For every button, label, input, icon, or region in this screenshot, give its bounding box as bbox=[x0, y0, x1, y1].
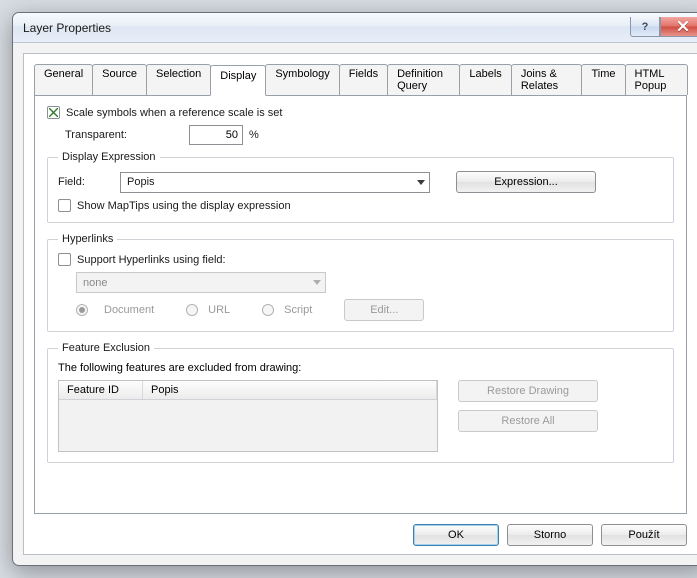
feature-exclusion-legend: Feature Exclusion bbox=[58, 342, 154, 354]
col-popis[interactable]: Popis bbox=[143, 381, 437, 399]
field-combo[interactable]: Popis bbox=[120, 172, 430, 193]
chevron-down-icon bbox=[417, 180, 425, 185]
close-button[interactable] bbox=[660, 17, 697, 37]
hyperlinks-legend: Hyperlinks bbox=[58, 233, 117, 245]
tab-joins-relates[interactable]: Joins & Relates bbox=[511, 64, 583, 95]
hyperlink-field-combo: none bbox=[76, 272, 326, 293]
tab-symbology[interactable]: Symbology bbox=[265, 64, 339, 95]
support-hyperlinks-label: Support Hyperlinks using field: bbox=[77, 254, 226, 266]
exclusion-table-header: Feature ID Popis bbox=[59, 381, 437, 400]
scale-symbols-checkbox[interactable] bbox=[47, 106, 60, 119]
tab-general[interactable]: General bbox=[34, 64, 93, 95]
dialog-footer: OK Storno Použít bbox=[34, 514, 687, 546]
field-label: Field: bbox=[58, 176, 114, 188]
tab-fields[interactable]: Fields bbox=[339, 64, 388, 95]
tab-html-popup[interactable]: HTML Popup bbox=[625, 64, 689, 95]
col-feature-id[interactable]: Feature ID bbox=[59, 381, 143, 399]
tab-source[interactable]: Source bbox=[92, 64, 147, 95]
transparent-percent: % bbox=[249, 129, 259, 141]
help-button[interactable]: ? bbox=[630, 17, 660, 37]
radio-script bbox=[262, 304, 274, 316]
radio-document bbox=[76, 304, 88, 316]
maptips-label: Show MapTips using the display expressio… bbox=[77, 200, 291, 212]
display-expression-legend: Display Expression bbox=[58, 151, 160, 163]
transparent-label: Transparent: bbox=[65, 129, 183, 141]
edit-script-button: Edit... bbox=[344, 299, 424, 321]
expression-button[interactable]: Expression... bbox=[456, 171, 596, 193]
maptips-checkbox[interactable] bbox=[58, 199, 71, 212]
window-buttons: ? bbox=[630, 19, 697, 37]
tab-labels[interactable]: Labels bbox=[459, 64, 511, 95]
client-area: General Source Selection Display Symbolo… bbox=[23, 53, 697, 555]
tab-selection[interactable]: Selection bbox=[146, 64, 211, 95]
exclusion-caption: The following features are excluded from… bbox=[58, 362, 663, 374]
cancel-button[interactable]: Storno bbox=[507, 524, 593, 546]
hyperlink-field-value: none bbox=[83, 277, 107, 289]
layer-properties-dialog: Layer Properties ? General Source Select… bbox=[12, 12, 697, 566]
field-combo-value: Popis bbox=[127, 176, 155, 188]
tab-display[interactable]: Display bbox=[210, 65, 266, 96]
restore-drawing-button: Restore Drawing bbox=[458, 380, 598, 402]
svg-text:?: ? bbox=[642, 21, 649, 32]
scale-symbols-label: Scale symbols when a reference scale is … bbox=[66, 107, 282, 119]
titlebar[interactable]: Layer Properties ? bbox=[13, 13, 697, 43]
radio-document-label: Document bbox=[104, 304, 154, 316]
transparent-input[interactable] bbox=[189, 125, 243, 145]
exclusion-table[interactable]: Feature ID Popis bbox=[58, 380, 438, 452]
hyperlinks-group: Hyperlinks Support Hyperlinks using fiel… bbox=[47, 233, 674, 332]
feature-exclusion-group: Feature Exclusion The following features… bbox=[47, 342, 674, 463]
apply-button[interactable]: Použít bbox=[601, 524, 687, 546]
tab-strip: General Source Selection Display Symbolo… bbox=[34, 64, 687, 95]
radio-url-label: URL bbox=[208, 304, 230, 316]
support-hyperlinks-checkbox[interactable] bbox=[58, 253, 71, 266]
window-title: Layer Properties bbox=[23, 21, 630, 35]
display-expression-group: Display Expression Field: Popis Expressi… bbox=[47, 151, 674, 223]
tab-definition-query[interactable]: Definition Query bbox=[387, 64, 460, 95]
restore-all-button: Restore All bbox=[458, 410, 598, 432]
display-tab-panel: Scale symbols when a reference scale is … bbox=[34, 95, 687, 514]
radio-script-label: Script bbox=[284, 304, 312, 316]
tab-time[interactable]: Time bbox=[581, 64, 625, 95]
ok-button[interactable]: OK bbox=[413, 524, 499, 546]
chevron-down-icon bbox=[313, 280, 321, 285]
radio-url bbox=[186, 304, 198, 316]
